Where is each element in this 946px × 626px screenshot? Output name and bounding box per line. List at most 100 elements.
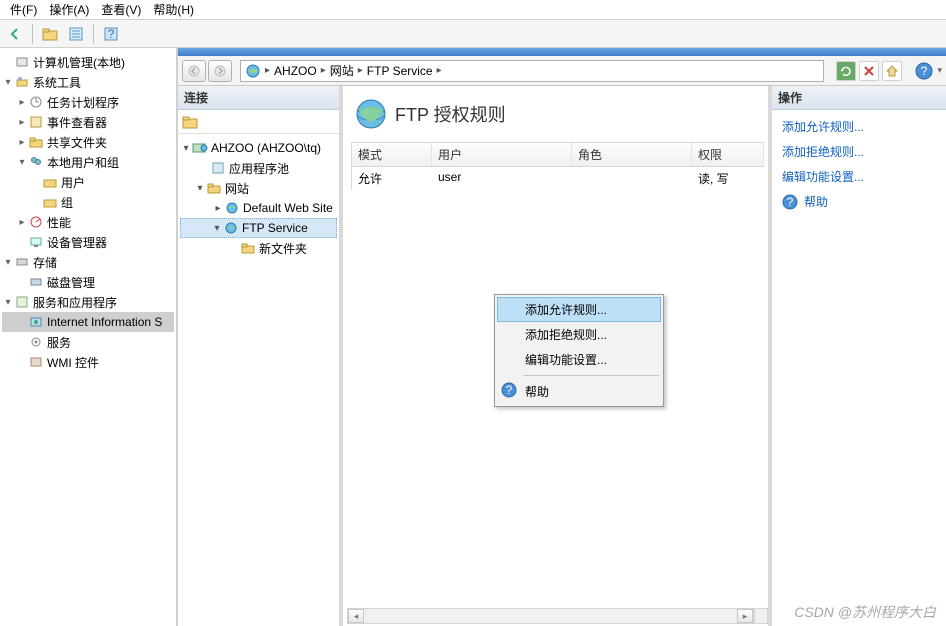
tree-groups[interactable]: 组 [2, 192, 174, 212]
label: 存储 [33, 254, 57, 271]
col-mode[interactable]: 模式 [352, 143, 432, 166]
label: 设备管理器 [47, 234, 107, 251]
conn-tree[interactable]: ▾AHZOO (AHZOO\tq) 应用程序池 ▾网站 ▸Default Web… [178, 134, 339, 626]
bc-nav [182, 60, 232, 82]
conn-default-web-site[interactable]: ▸Default Web Site [180, 198, 337, 218]
separator [93, 24, 94, 44]
context-menu: 添加允许规则... 添加拒绝规则... 编辑功能设置... ? 帮助 [494, 294, 664, 407]
scroll-right-icon[interactable]: ▸ [737, 609, 753, 623]
label: 新文件夹 [259, 240, 307, 257]
label: 帮助 [525, 385, 549, 399]
label: 网站 [225, 180, 249, 197]
chevron-right-icon: ▸ [437, 65, 442, 76]
action-edit-features[interactable]: 编辑功能设置... [782, 168, 936, 185]
label: Default Web Site [243, 201, 333, 215]
bc-right: ? ▾ [836, 61, 942, 81]
bc-host[interactable]: AHZOO [274, 64, 317, 78]
scroll-track[interactable] [364, 609, 737, 623]
label: 磁盘管理 [47, 274, 95, 291]
nav-fwd-button[interactable] [208, 60, 232, 82]
tree-event-viewer[interactable]: ▸事件查看器 [2, 112, 174, 132]
col-role[interactable]: 角色 [572, 143, 692, 166]
cell-mode: 允许 [352, 167, 432, 190]
label: 组 [61, 194, 73, 211]
conn-sites[interactable]: ▾网站 [180, 178, 337, 198]
scroll-left-icon[interactable]: ◂ [348, 609, 364, 623]
label: 应用程序池 [229, 160, 289, 177]
tree-local-users-groups[interactable]: ▾本地用户和组 [2, 152, 174, 172]
ctx-edit-features[interactable]: 编辑功能设置... [497, 347, 661, 372]
svg-text:?: ? [921, 64, 928, 78]
menu-help[interactable]: 帮助(H) [147, 0, 200, 20]
conn-apppools[interactable]: 应用程序池 [180, 158, 337, 178]
tree-sys-tools[interactable]: ▾系统工具 [2, 72, 174, 92]
label: 本地用户和组 [47, 154, 119, 171]
label: 帮助 [804, 193, 828, 210]
tree-wmi[interactable]: WMI 控件 [2, 352, 174, 372]
col-perm[interactable]: 权限 [692, 143, 764, 166]
globe-icon [355, 98, 387, 130]
tree-iis[interactable]: Internet Information S [2, 312, 174, 332]
conn-toolbar [178, 110, 339, 134]
action-add-deny[interactable]: 添加拒绝规则... [782, 143, 936, 160]
scroll-corner [754, 608, 768, 624]
folder-icon[interactable] [182, 115, 198, 129]
menu-file[interactable]: 件(F) [4, 0, 43, 20]
help-icon[interactable]: ? [100, 23, 122, 45]
menu-view[interactable]: 查看(V) [95, 0, 147, 20]
refresh-icon[interactable] [836, 61, 856, 81]
chevron-right-icon: ▸ [358, 65, 363, 76]
tree-device-manager[interactable]: 设备管理器 [2, 232, 174, 252]
tree-root[interactable]: 计算机管理(本地) [2, 52, 174, 72]
tree-disk-management[interactable]: 磁盘管理 [2, 272, 174, 292]
rules-table[interactable]: 模式 用户 角色 权限 允许 user 读, 写 [351, 142, 764, 190]
label: WMI 控件 [47, 354, 99, 371]
ctx-separator [523, 375, 659, 376]
cell-perm: 读, 写 [692, 167, 764, 190]
svg-text:?: ? [787, 195, 794, 209]
label: 服务 [47, 334, 71, 351]
conn-server[interactable]: ▾AHZOO (AHZOO\tq) [180, 138, 337, 158]
back-icon[interactable] [4, 23, 26, 45]
breadcrumb-path[interactable]: ▸ AHZOO ▸ 网站 ▸ FTP Service ▸ [240, 60, 824, 82]
tree-services-apps[interactable]: ▾服务和应用程序 [2, 292, 174, 312]
help-icon[interactable]: ? [914, 61, 934, 81]
bc-ftp[interactable]: FTP Service [367, 64, 433, 78]
action-add-allow[interactable]: 添加允许规则... [782, 118, 936, 135]
label: 任务计划程序 [47, 94, 119, 111]
actions-pane: 操作 添加允许规则... 添加拒绝规则... 编辑功能设置... ? 帮助 [772, 86, 946, 626]
label: 性能 [47, 214, 71, 231]
globe-icon [245, 63, 261, 79]
stop-icon[interactable] [859, 61, 879, 81]
tree-services[interactable]: 服务 [2, 332, 174, 352]
menu-action[interactable]: 操作(A) [43, 0, 95, 20]
dropdown-icon[interactable]: ▾ [937, 65, 942, 76]
toolbar: ? [0, 20, 946, 48]
tree-shared-folders[interactable]: ▸共享文件夹 [2, 132, 174, 152]
tree-storage[interactable]: ▾存储 [2, 252, 174, 272]
ctx-help[interactable]: ? 帮助 [497, 379, 661, 404]
tree-users[interactable]: 用户 [2, 172, 174, 192]
svg-text:?: ? [506, 383, 513, 397]
tree-task-scheduler[interactable]: ▸任务计划程序 [2, 92, 174, 112]
bc-sites[interactable]: 网站 [330, 62, 354, 79]
properties-icon[interactable] [65, 23, 87, 45]
col-user[interactable]: 用户 [432, 143, 572, 166]
connections-header: 连接 [178, 86, 339, 110]
main-row: 计算机管理(本地) ▾系统工具 ▸任务计划程序 ▸事件查看器 ▸共享文件夹 ▾本… [0, 48, 946, 626]
table-row[interactable]: 允许 user 读, 写 [352, 167, 764, 190]
mmc-tree[interactable]: 计算机管理(本地) ▾系统工具 ▸任务计划程序 ▸事件查看器 ▸共享文件夹 ▾本… [0, 48, 176, 376]
nav-back-button[interactable] [182, 60, 206, 82]
action-help[interactable]: ? 帮助 [782, 193, 936, 210]
page-title-row: FTP 授权规则 [351, 94, 764, 142]
ctx-add-allow[interactable]: 添加允许规则... [497, 297, 661, 322]
tree-performance[interactable]: ▸性能 [2, 212, 174, 232]
connections-pane: 连接 ▾AHZOO (AHZOO\tq) 应用程序池 ▾网站 ▸Default … [178, 86, 343, 626]
scrollbar-horizontal[interactable]: ◂ ▸ [347, 608, 754, 624]
conn-ftp-service[interactable]: ▾FTP Service [180, 218, 337, 238]
home-icon[interactable] [882, 61, 902, 81]
conn-new-folder[interactable]: 新文件夹 [180, 238, 337, 258]
folder-up-icon[interactable] [39, 23, 61, 45]
ctx-add-deny[interactable]: 添加拒绝规则... [497, 322, 661, 347]
chevron-right-icon: ▸ [321, 65, 326, 76]
